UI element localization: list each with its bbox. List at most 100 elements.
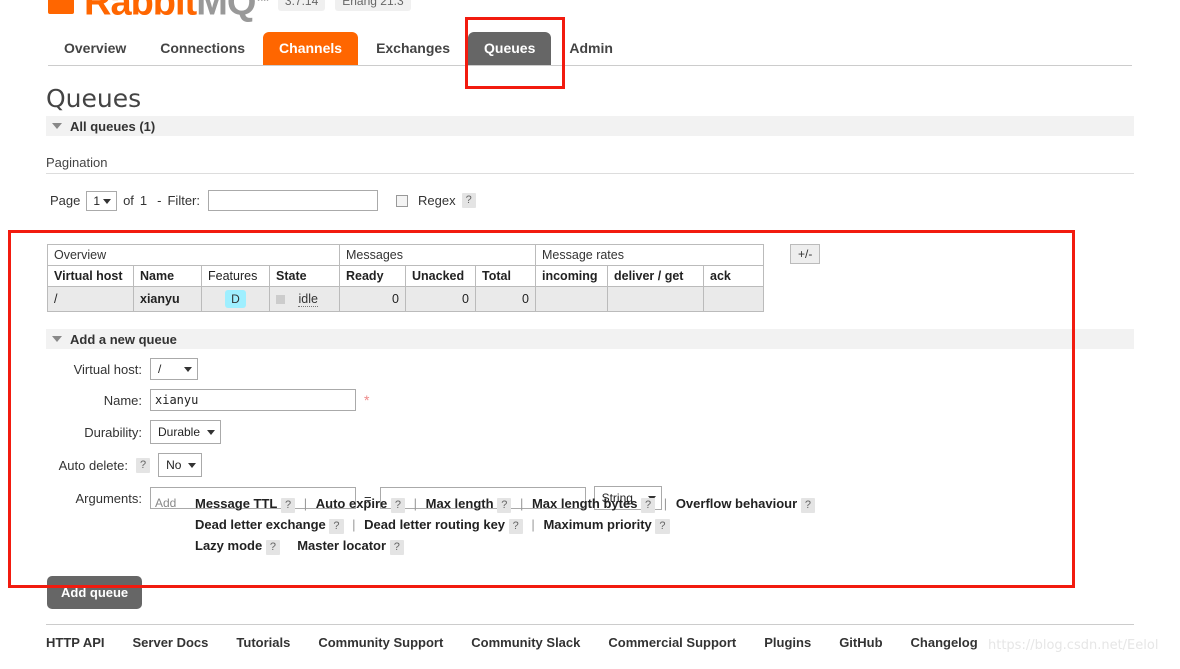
column-name[interactable]: Name xyxy=(133,265,202,287)
cell-features: D xyxy=(201,286,270,312)
preset-message-ttl[interactable]: Message TTL xyxy=(195,496,277,511)
name-label: Name: xyxy=(103,392,142,408)
column-features: Features xyxy=(201,265,270,287)
table-column-header-row: Virtual host Name Features State Ready U… xyxy=(47,265,764,287)
field-row-auto-delete: Auto delete: ? No xyxy=(46,453,662,477)
durable-badge[interactable]: D xyxy=(225,290,246,308)
max-length-bytes-help-icon[interactable]: ? xyxy=(641,498,656,513)
footer-link-plugins[interactable]: Plugins xyxy=(764,635,811,650)
argument-presets: Add Message TTL ? | Auto expire ? | Max … xyxy=(155,493,915,556)
state-indicator-icon xyxy=(276,295,285,305)
tab-channels[interactable]: Channels xyxy=(263,32,359,65)
durability-select[interactable]: Durable xyxy=(150,420,222,444)
filter-input[interactable] xyxy=(207,190,378,211)
regex-label: Regex xyxy=(417,193,456,208)
chevron-down-icon[interactable] xyxy=(52,123,62,129)
overflow-behaviour-help-icon[interactable]: ? xyxy=(800,498,815,513)
footer-link-server-docs[interactable]: Server Docs xyxy=(133,635,209,650)
preset-dead-letter-exchange[interactable]: Dead letter exchange xyxy=(195,517,326,532)
group-header-overview: Overview xyxy=(47,244,340,266)
preset-separator: | xyxy=(352,517,356,532)
cell-total: 0 xyxy=(475,286,536,312)
field-row-name: Name: * xyxy=(46,389,662,411)
filter-label: Filter: xyxy=(167,193,200,208)
toggle-columns-button[interactable]: +/- xyxy=(790,244,821,264)
auto-expire-help-icon[interactable]: ? xyxy=(390,498,406,513)
required-indicator: * xyxy=(364,392,370,408)
footer-links: HTTP API Server Docs Tutorials Community… xyxy=(46,624,1134,650)
virtual-host-select[interactable]: / xyxy=(150,358,198,380)
preset-auto-expire[interactable]: Auto expire xyxy=(316,496,388,511)
tab-admin[interactable]: Admin xyxy=(553,32,629,65)
rabbitmq-logo-icon xyxy=(48,0,74,14)
pagination-legend: Pagination xyxy=(46,155,1134,174)
preset-dead-letter-routing-key[interactable]: Dead letter routing key xyxy=(364,517,505,532)
add-argument-label: Add xyxy=(155,496,177,510)
page-title: Queues xyxy=(46,84,142,113)
preset-maximum-priority[interactable]: Maximum priority xyxy=(543,517,651,532)
footer-link-http-api[interactable]: HTTP API xyxy=(46,635,105,650)
preset-max-length-bytes[interactable]: Max length bytes xyxy=(532,496,637,511)
tab-exchanges[interactable]: Exchanges xyxy=(360,32,466,65)
virtual-host-label: Virtual host: xyxy=(73,361,142,377)
auto-delete-label: Auto delete: xyxy=(58,457,128,473)
table-row: / xianyu D idle 0 0 0 xyxy=(47,286,764,312)
cell-incoming xyxy=(535,286,608,312)
column-total[interactable]: Total xyxy=(475,265,536,287)
dead-letter-routing-key-help-icon[interactable]: ? xyxy=(508,519,523,534)
column-ack[interactable]: ack xyxy=(703,265,764,287)
add-queue-button[interactable]: Add queue xyxy=(47,576,143,609)
auto-delete-help-icon[interactable]: ? xyxy=(136,457,151,473)
queue-name-input[interactable] xyxy=(150,389,356,411)
regex-checkbox[interactable] xyxy=(395,194,408,207)
master-locator-help-icon[interactable]: ? xyxy=(389,540,404,555)
field-row-virtual-host: Virtual host: / xyxy=(46,358,662,380)
footer-link-github[interactable]: GitHub xyxy=(839,635,882,650)
chevron-down-icon[interactable] xyxy=(52,336,62,342)
auto-delete-select[interactable]: No xyxy=(158,453,203,477)
column-state[interactable]: State xyxy=(269,265,340,287)
state-label: idle xyxy=(298,292,318,307)
column-virtual-host[interactable]: Virtual host xyxy=(47,265,134,287)
dead-letter-exchange-help-icon[interactable]: ? xyxy=(329,519,344,534)
main-navigation-tabs: Overview Connections Channels Exchanges … xyxy=(48,30,1132,66)
preset-max-length[interactable]: Max length xyxy=(426,496,494,511)
preset-overflow-behaviour[interactable]: Overflow behaviour xyxy=(676,496,797,511)
cell-queue-name[interactable]: xianyu xyxy=(133,286,202,312)
max-length-help-icon[interactable]: ? xyxy=(497,498,512,513)
preset-separator: | xyxy=(663,496,668,511)
column-ready[interactable]: Ready xyxy=(339,265,406,287)
lazy-mode-help-icon[interactable]: ? xyxy=(265,540,280,555)
footer-link-changelog[interactable]: Changelog xyxy=(911,635,978,650)
tab-connections[interactable]: Connections xyxy=(144,32,261,65)
footer-link-commercial-support[interactable]: Commercial Support xyxy=(608,635,736,650)
arguments-label: Arguments: xyxy=(75,490,142,506)
footer-link-tutorials[interactable]: Tutorials xyxy=(236,635,290,650)
column-deliver-get[interactable]: deliver / get xyxy=(607,265,704,287)
total-pages: 1 xyxy=(139,193,148,208)
column-incoming[interactable]: incoming xyxy=(535,265,608,287)
version-badge: 3.7.14 xyxy=(277,0,326,11)
trademark-icon: TM xyxy=(255,0,268,4)
queues-table: Overview Messages Message rates Virtual … xyxy=(47,244,764,312)
tab-overview[interactable]: Overview xyxy=(48,32,142,65)
preset-master-locator[interactable]: Master locator xyxy=(297,538,386,553)
footer-link-community-support[interactable]: Community Support xyxy=(318,635,443,650)
watermark-text: https://blog.csdn.net/Eelol xyxy=(988,638,1159,653)
maximum-priority-help-icon[interactable]: ? xyxy=(655,519,670,534)
tab-queues[interactable]: Queues xyxy=(468,32,552,65)
footer-link-community-slack[interactable]: Community Slack xyxy=(471,635,580,650)
preset-separator: | xyxy=(519,496,524,511)
cell-ack xyxy=(703,286,764,312)
page-select[interactable]: 1 xyxy=(86,190,118,211)
regex-help-icon[interactable]: ? xyxy=(461,193,476,208)
cell-deliver-get xyxy=(607,286,704,312)
preset-lazy-mode[interactable]: Lazy mode xyxy=(195,538,262,553)
all-queues-label: All queues (1) xyxy=(70,118,156,134)
message-ttl-help-icon[interactable]: ? xyxy=(280,498,296,513)
add-queue-section-header[interactable]: Add a new queue xyxy=(46,329,1134,349)
preset-line-1: Message TTL ? | Auto expire ? | Max leng… xyxy=(195,493,915,514)
column-unacked[interactable]: Unacked xyxy=(405,265,476,287)
preset-line-2: Dead letter exchange ? | Dead letter rou… xyxy=(195,514,915,535)
all-queues-section-header[interactable]: All queues (1) xyxy=(46,116,1134,136)
